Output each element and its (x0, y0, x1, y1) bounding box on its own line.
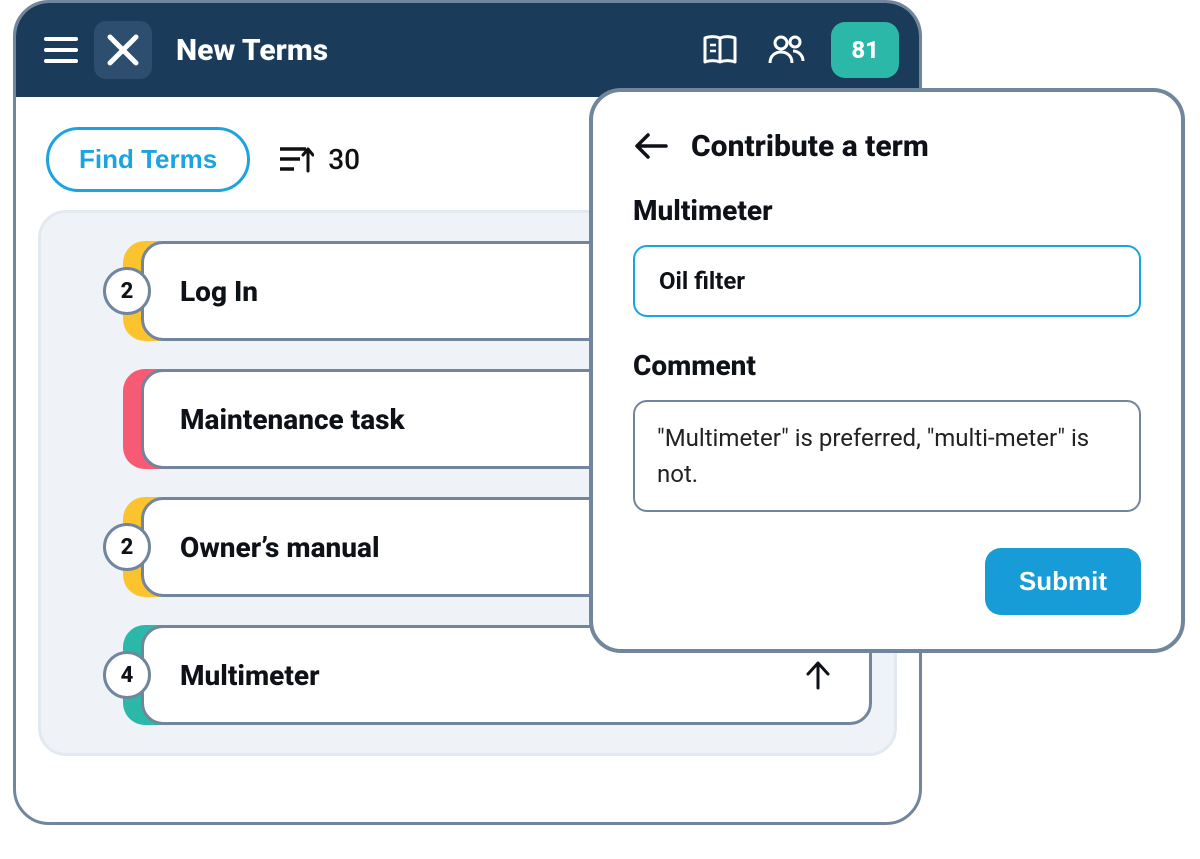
menu-button[interactable] (36, 25, 86, 75)
people-icon (766, 30, 806, 70)
term-label: Owner’s manual (180, 531, 380, 564)
team-button[interactable] (765, 29, 807, 71)
term-label: Maintenance task (180, 403, 405, 436)
menu-icon (44, 37, 78, 41)
find-terms-button[interactable]: Find Terms (46, 127, 250, 192)
modal-title: Contribute a term (691, 129, 929, 164)
page-title: New Terms (176, 33, 699, 68)
term-label: Multimeter (180, 659, 320, 692)
app-logo (94, 21, 152, 79)
arrow-up-icon[interactable] (803, 660, 833, 690)
term-count-badge: 4 (103, 651, 151, 699)
contribute-term-modal: Contribute a term Multimeter Comment Sub… (589, 88, 1185, 653)
topbar: New Terms 81 (16, 3, 919, 97)
sort-count: 30 (328, 143, 360, 176)
term-count-badge: 2 (103, 523, 151, 571)
book-icon (700, 30, 740, 70)
modal-footer: Submit (633, 548, 1141, 615)
term-count-badge: 2 (103, 267, 151, 315)
term-field-label: Multimeter (633, 194, 1141, 227)
comment-input[interactable] (633, 400, 1141, 512)
sort-icon (278, 143, 314, 177)
score-badge[interactable]: 81 (831, 22, 899, 78)
back-button[interactable] (633, 128, 669, 164)
arrow-left-icon (634, 132, 668, 160)
term-input[interactable] (633, 245, 1141, 317)
modal-header: Contribute a term (633, 128, 1141, 164)
guide-button[interactable] (699, 29, 741, 71)
x-icon (106, 33, 140, 67)
sort-control[interactable]: 30 (278, 143, 360, 177)
submit-button[interactable]: Submit (985, 548, 1141, 615)
comment-field-label: Comment (633, 349, 1141, 382)
term-label: Log In (180, 275, 258, 308)
topbar-actions: 81 (699, 22, 899, 78)
